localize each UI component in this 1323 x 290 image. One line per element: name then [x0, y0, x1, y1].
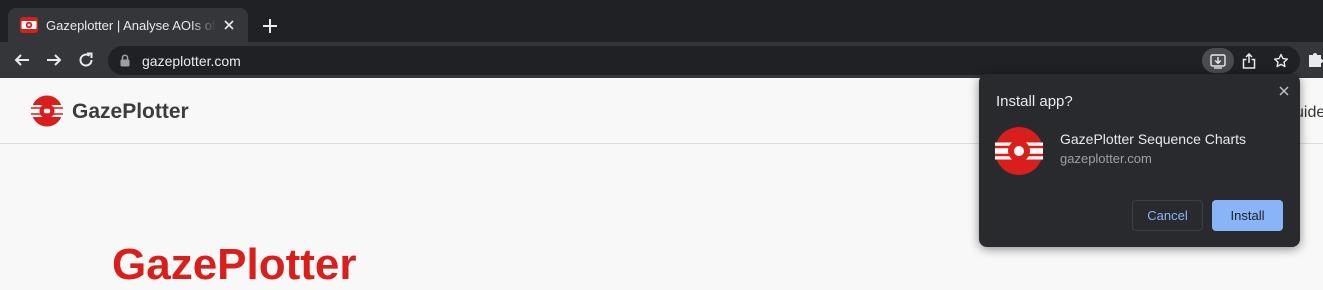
browser-tab[interactable]: Gazeplotter | Analyse AOIs of eye-tracki… [8, 8, 248, 42]
app-origin: gazeplotter.com [1060, 151, 1152, 166]
reload-icon[interactable] [72, 46, 100, 74]
gazeplotter-logo-icon[interactable] [31, 95, 63, 132]
browser-toolbar: gazeplotter.com [0, 42, 1323, 78]
lock-icon[interactable] [120, 54, 130, 72]
tab-close-icon[interactable] [220, 16, 238, 34]
url-text[interactable]: gazeplotter.com [142, 53, 241, 69]
arrow-right-icon[interactable] [40, 46, 68, 74]
cancel-button[interactable]: Cancel [1132, 200, 1203, 231]
tab-title: Gazeplotter | Analyse AOIs of eye-tracki… [46, 17, 216, 33]
bookmark-star-icon[interactable] [1268, 48, 1294, 73]
share-icon[interactable] [1236, 48, 1262, 73]
close-icon[interactable] [1275, 82, 1293, 100]
puzzle-icon[interactable] [1308, 50, 1323, 73]
app-name: GazePlotter Sequence Charts [1060, 131, 1246, 147]
address-bar[interactable]: gazeplotter.com [108, 46, 1300, 75]
brand-name[interactable]: GazePlotter [72, 100, 189, 124]
dialog-title: Install app? [996, 93, 1073, 110]
arrow-left-icon[interactable] [8, 46, 36, 74]
install-app-icon[interactable] [1202, 48, 1234, 73]
install-button[interactable]: Install [1212, 200, 1283, 231]
install-app-dialog: Install app? GazePlotter Sequence Charts… [979, 74, 1300, 247]
plus-icon[interactable] [258, 14, 282, 38]
tab-strip: Gazeplotter | Analyse AOIs of eye-tracki… [0, 0, 1323, 42]
hero-title: GazePlotter [112, 240, 357, 289]
gazeplotter-favicon-icon [20, 16, 38, 34]
app-icon [995, 127, 1043, 180]
